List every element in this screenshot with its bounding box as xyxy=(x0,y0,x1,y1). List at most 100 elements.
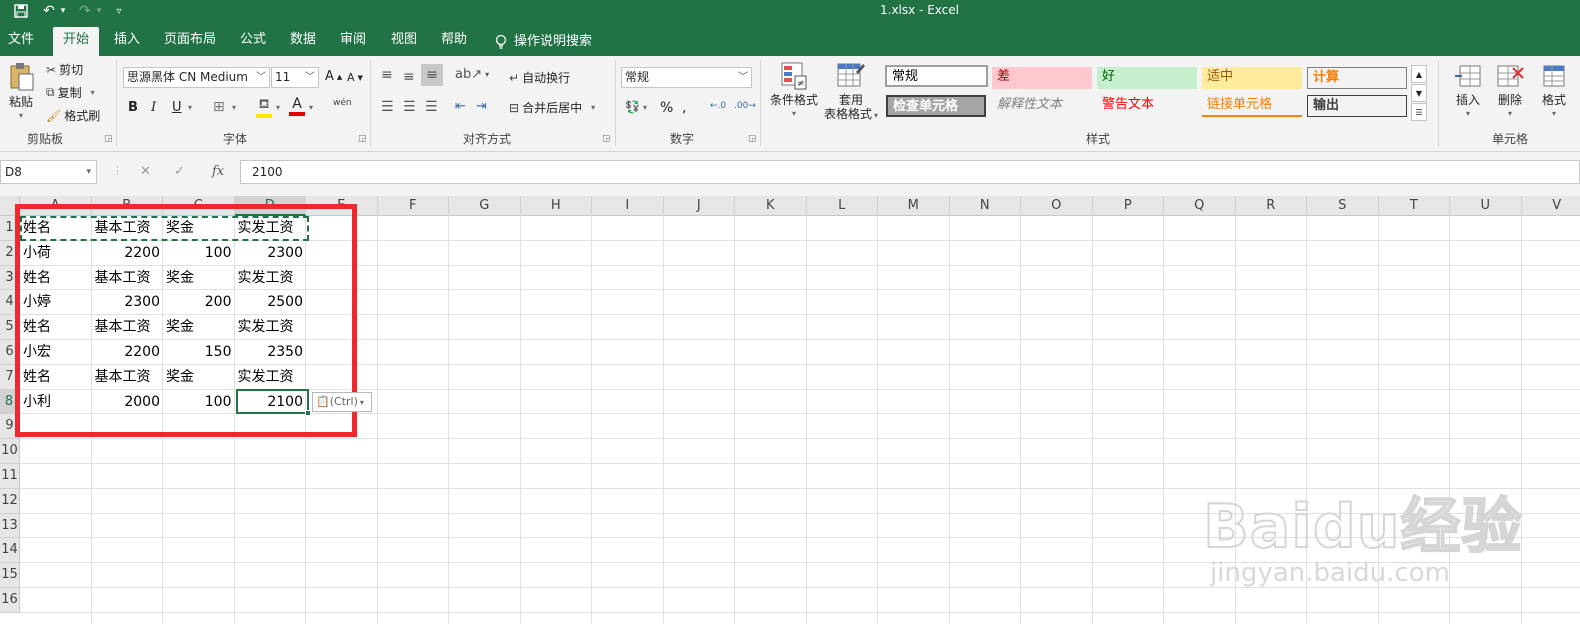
align-right-icon[interactable]: ☰ xyxy=(425,99,438,115)
align-left-icon[interactable]: ☰ xyxy=(381,99,394,115)
underline-dropdown-icon[interactable]: ▾ xyxy=(188,103,192,112)
decrease-indent-icon[interactable]: ⇤ xyxy=(455,99,466,114)
column-header-f[interactable]: F xyxy=(377,196,449,216)
font-launcher-icon[interactable]: ◲ xyxy=(358,134,367,144)
column-header-q[interactable]: Q xyxy=(1164,196,1236,216)
redo-icon[interactable]: ↷ xyxy=(76,1,94,21)
underline-button[interactable]: U xyxy=(172,100,182,115)
shrink-font-button[interactable]: A ▼ xyxy=(347,71,363,84)
increase-indent-icon[interactable]: ⇥ xyxy=(476,99,487,114)
column-header-t[interactable]: T xyxy=(1378,196,1450,216)
align-middle-icon[interactable]: ≡ xyxy=(403,69,415,85)
tab-view[interactable]: 视图 xyxy=(383,27,425,56)
row-header-16[interactable]: 16 xyxy=(0,588,20,613)
style-good[interactable]: 好 xyxy=(1097,67,1197,89)
wrap-text-button[interactable]: ↵ 自动换行 xyxy=(509,69,570,86)
font-color-dropdown-icon[interactable]: ▾ xyxy=(309,103,313,112)
borders-dropdown-icon[interactable]: ▾ xyxy=(232,103,236,112)
row-header-13[interactable]: 13 xyxy=(0,513,20,539)
confirm-entry-icon[interactable]: ✓ xyxy=(174,164,185,179)
style-explanatory[interactable]: 解释性文本 xyxy=(992,95,1092,117)
style-warning[interactable]: 警告文本 xyxy=(1097,95,1197,117)
align-bottom-icon[interactable]: ≡ xyxy=(421,64,443,86)
tell-me-search[interactable]: 操作说明搜索 xyxy=(494,27,592,56)
paste-options-button[interactable]: 📋(Ctrl) ▾ xyxy=(312,392,372,412)
tab-insert[interactable]: 插入 xyxy=(106,27,148,56)
style-output[interactable]: 输出 xyxy=(1307,95,1407,117)
tab-review[interactable]: 审阅 xyxy=(332,27,374,56)
percent-button[interactable]: % xyxy=(660,100,673,116)
delete-cells-button[interactable]: 删除 ▾ xyxy=(1490,62,1530,121)
grow-font-button[interactable]: A ▲ xyxy=(325,69,342,84)
format-painter-button[interactable]: 🖌 格式刷 xyxy=(46,107,100,124)
save-icon[interactable] xyxy=(12,1,30,21)
row-header-15[interactable]: 15 xyxy=(0,563,20,588)
row-header-11[interactable]: 11 xyxy=(0,464,20,489)
borders-icon[interactable]: ⊞ xyxy=(213,99,225,115)
italic-button[interactable]: I xyxy=(151,100,156,115)
tab-home[interactable]: 开始 xyxy=(53,27,99,56)
align-center-icon[interactable]: ☰ xyxy=(403,99,416,115)
column-header-o[interactable]: O xyxy=(1021,196,1093,216)
redo-dropdown-icon[interactable]: ▾ xyxy=(94,1,104,21)
cut-button[interactable]: ✂ 剪切 xyxy=(46,61,83,78)
style-check-cell[interactable]: 检查单元格 xyxy=(886,95,986,117)
tab-formulas[interactable]: 公式 xyxy=(232,27,274,56)
row-header-12[interactable]: 12 xyxy=(0,488,20,514)
tab-file[interactable]: 文件 xyxy=(0,27,42,56)
conditional-format-button[interactable]: ≠ 条件格式 ▾ xyxy=(767,62,821,121)
column-header-j[interactable]: J xyxy=(663,196,735,216)
column-header-p[interactable]: P xyxy=(1092,196,1164,216)
increase-decimal-icon[interactable]: ←.0 xyxy=(710,101,726,111)
row-header-14[interactable]: 14 xyxy=(0,538,20,564)
fill-color-button[interactable]: ⛾ xyxy=(256,97,272,118)
column-header-v[interactable]: V xyxy=(1521,196,1580,216)
column-header-l[interactable]: L xyxy=(806,196,878,216)
column-header-u[interactable]: U xyxy=(1450,196,1522,216)
font-name-combo[interactable]: 思源黑体 CN Medium ﹀ xyxy=(123,67,270,88)
column-header-h[interactable]: H xyxy=(520,196,592,216)
tab-data[interactable]: 数据 xyxy=(282,27,324,56)
style-bad[interactable]: 差 xyxy=(992,67,1092,89)
style-normal[interactable]: 常规 xyxy=(885,65,988,87)
column-header-k[interactable]: K xyxy=(735,196,807,216)
format-as-table-button[interactable]: 套用 表格格式 ▾ xyxy=(821,62,881,123)
merge-center-button[interactable]: ⊟ 合并后居中 ▾ xyxy=(509,99,595,116)
customize-qat-icon[interactable]: ▿ xyxy=(112,1,126,21)
tab-help[interactable]: 帮助 xyxy=(433,27,475,56)
copy-button[interactable]: ⧉ 复制 ▾ xyxy=(46,84,95,101)
comma-style-icon[interactable]: , xyxy=(682,100,686,116)
cancel-entry-icon[interactable]: ✕ xyxy=(140,164,151,179)
fill-color-dropdown-icon[interactable]: ▾ xyxy=(276,103,280,112)
font-color-button[interactable]: A xyxy=(289,96,305,116)
style-calculation[interactable]: 计算 xyxy=(1307,67,1407,89)
styles-scroll-up-icon[interactable]: ▲ xyxy=(1411,65,1427,83)
column-header-n[interactable]: N xyxy=(949,196,1021,216)
formula-input[interactable]: 2100 xyxy=(240,160,1580,184)
number-launcher-icon[interactable]: ◲ xyxy=(748,134,757,144)
orientation-icon[interactable]: ab↗ ▾ xyxy=(455,67,489,82)
undo-icon[interactable]: ↶ xyxy=(40,1,58,21)
tab-page-layout[interactable]: 页面布局 xyxy=(157,27,223,56)
bold-button[interactable]: B xyxy=(128,100,138,115)
align-top-icon[interactable]: ≡ xyxy=(381,67,393,83)
column-header-g[interactable]: G xyxy=(449,196,521,216)
name-box[interactable]: D8 ▾ xyxy=(0,160,97,184)
styles-scroll-down-icon[interactable]: ▼ xyxy=(1411,84,1427,102)
alignment-launcher-icon[interactable]: ◲ xyxy=(602,134,611,144)
row-header-10[interactable]: 10 xyxy=(0,439,20,464)
style-neutral[interactable]: 适中 xyxy=(1202,67,1302,89)
paste-button[interactable]: 粘贴 ▾ xyxy=(4,62,38,120)
number-format-combo[interactable]: 常规 ﹀ xyxy=(621,67,752,88)
undo-dropdown-icon[interactable]: ▾ xyxy=(58,1,68,21)
phonetic-button[interactable]: wén xyxy=(333,98,352,108)
column-header-s[interactable]: S xyxy=(1307,196,1379,216)
accounting-format-icon[interactable]: 💱 ▾ xyxy=(625,100,647,114)
column-header-i[interactable]: I xyxy=(592,196,664,216)
insert-function-icon[interactable]: fx xyxy=(212,164,224,179)
styles-more-icon[interactable]: ☰ xyxy=(1411,103,1427,121)
decrease-decimal-icon[interactable]: .00→ xyxy=(734,101,756,111)
clipboard-launcher-icon[interactable]: ◲ xyxy=(104,134,113,144)
style-linked-cell[interactable]: 链接单元格 xyxy=(1202,95,1302,117)
font-size-combo[interactable]: 11 ﹀ xyxy=(271,67,319,88)
